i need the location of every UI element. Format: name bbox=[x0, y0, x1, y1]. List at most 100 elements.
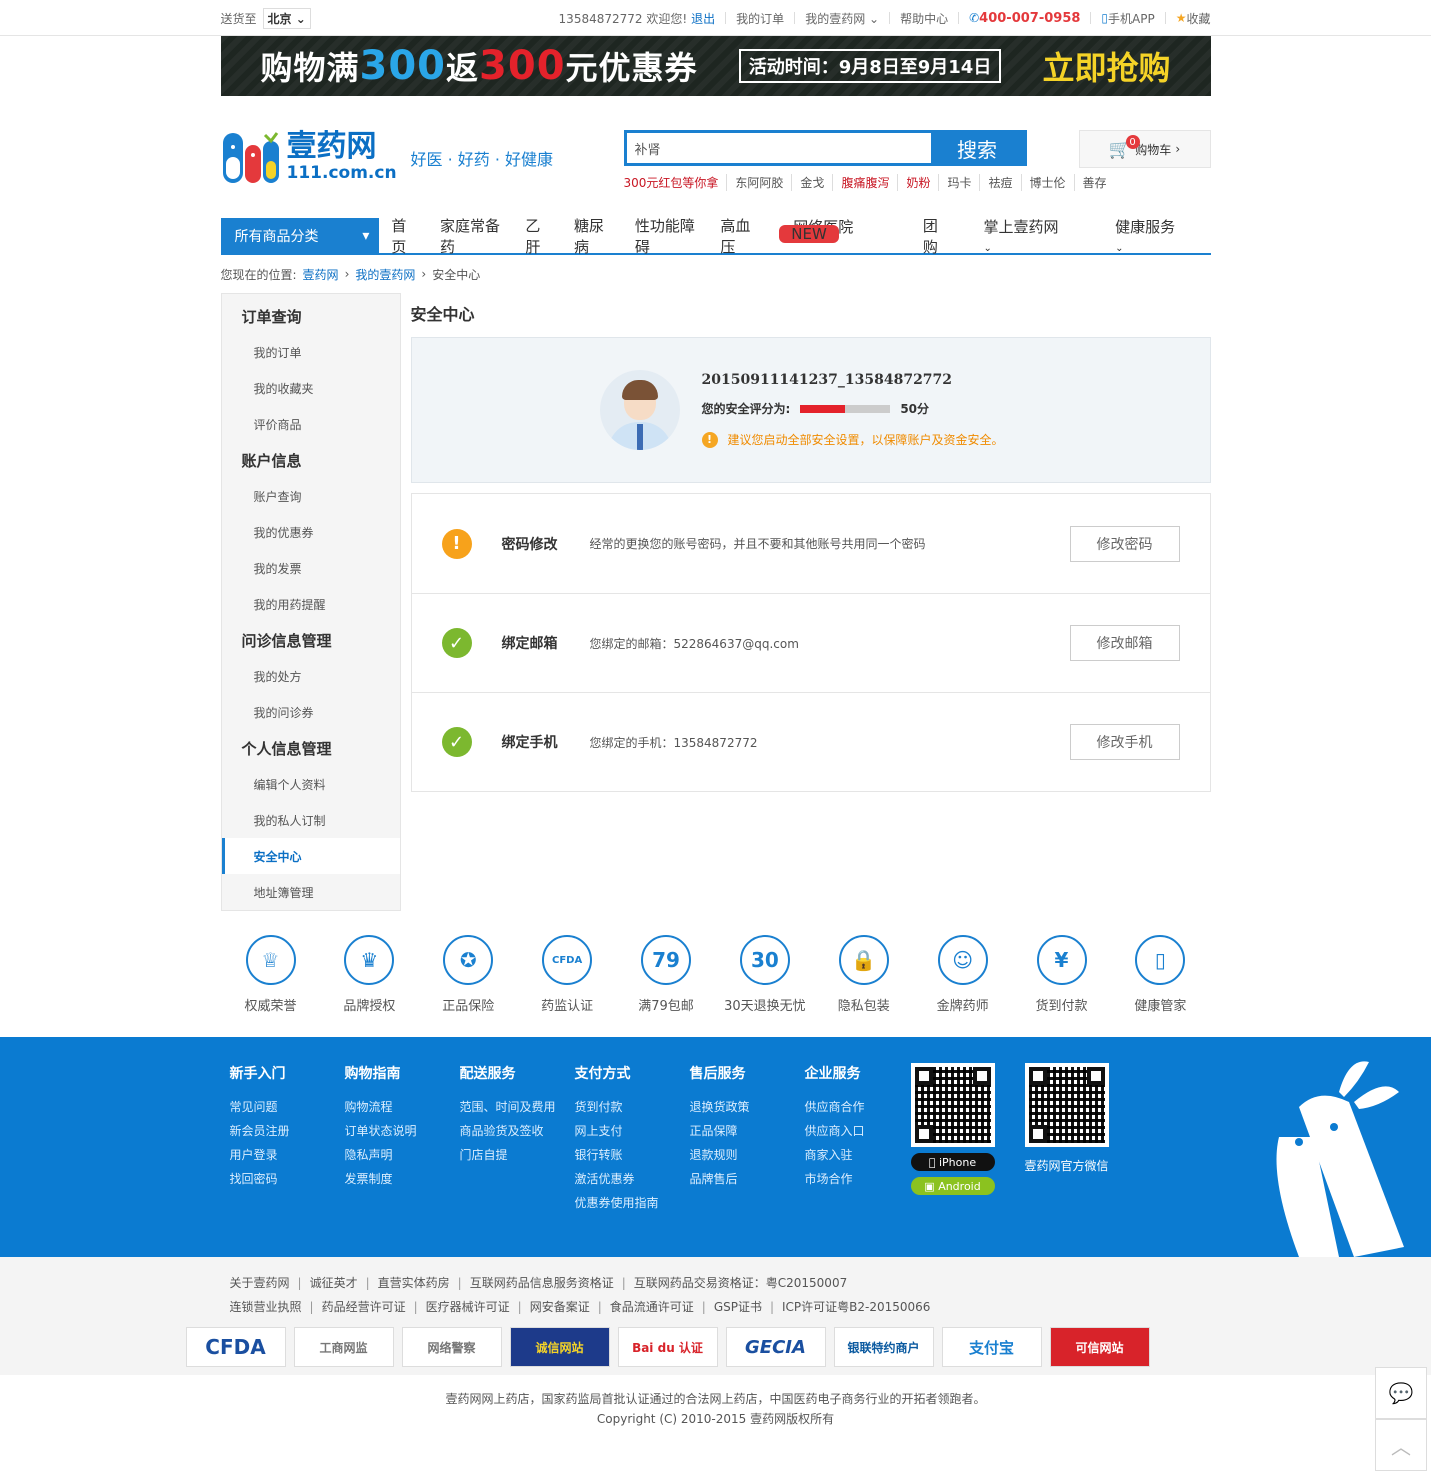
alipay-badge[interactable]: 支付宝 bbox=[941, 1327, 1042, 1367]
legal-link[interactable]: 医疗器械许可证 bbox=[426, 1295, 530, 1319]
my-site-link[interactable]: 我的壹药网 ⌄ bbox=[805, 10, 879, 27]
gecia-badge[interactable]: GECIA bbox=[725, 1327, 826, 1367]
sidebar-item-custom[interactable]: 我的私人订制 bbox=[222, 802, 400, 838]
legal-link[interactable]: 诚征英才 bbox=[310, 1271, 378, 1295]
feature-item[interactable]: 🔒 隐私包装 bbox=[828, 935, 900, 1037]
footer-link[interactable]: 新会员注册 bbox=[230, 1119, 336, 1143]
hot-keyword[interactable]: 玛卡 bbox=[938, 174, 979, 191]
nav-health-service[interactable]: 健康服务 ⌄ bbox=[1091, 216, 1210, 255]
sidebar-item-addresses[interactable]: 地址簿管理 bbox=[222, 874, 400, 910]
logout-link[interactable]: 退出 bbox=[691, 10, 715, 27]
feature-item[interactable]: 79 满79包邮 bbox=[630, 935, 702, 1037]
footer-link[interactable]: 激活优惠券 bbox=[575, 1167, 681, 1191]
unionpay-badge[interactable]: 银联特约商户 bbox=[833, 1327, 934, 1367]
iphone-download-button[interactable]:  iPhone bbox=[910, 1153, 995, 1171]
legal-link[interactable]: 食品流通许可证 bbox=[610, 1295, 714, 1319]
feature-item[interactable]: ☺ 金牌药师 bbox=[927, 935, 999, 1037]
gongshang-badge[interactable]: 工商网监 bbox=[293, 1327, 394, 1367]
feature-item[interactable]: ¥ 货到付款 bbox=[1026, 935, 1098, 1037]
change-email-button[interactable]: 修改邮箱 bbox=[1069, 625, 1180, 661]
feature-item[interactable]: ♕ 权威荣誉 bbox=[235, 935, 307, 1037]
footer-link[interactable]: 供应商入口 bbox=[805, 1119, 911, 1143]
sidebar-item-account-query[interactable]: 账户查询 bbox=[222, 478, 400, 514]
nav-mobile[interactable]: 掌上壹药网 ⌄ bbox=[959, 216, 1091, 255]
hot-keyword[interactable]: 东阿阿胶 bbox=[726, 174, 791, 191]
cfda-badge[interactable]: CFDA bbox=[185, 1327, 286, 1367]
footer-link[interactable]: 网上支付 bbox=[575, 1119, 681, 1143]
footer-link[interactable]: 找回密码 bbox=[230, 1167, 336, 1191]
footer-link[interactable]: 商品验货及签收 bbox=[460, 1119, 566, 1143]
legal-link[interactable]: 连锁营业执照 bbox=[230, 1295, 322, 1319]
sidebar-item-coupons[interactable]: 我的优惠券 bbox=[222, 514, 400, 550]
footer-link[interactable]: 供应商合作 bbox=[805, 1095, 911, 1119]
chat-button[interactable]: 💬 bbox=[1375, 1367, 1427, 1419]
footer-link[interactable]: 银行转账 bbox=[575, 1143, 681, 1167]
change-phone-button[interactable]: 修改手机 bbox=[1069, 724, 1180, 760]
sidebar-item-reminders[interactable]: 我的用药提醒 bbox=[222, 586, 400, 622]
footer-link[interactable]: 隐私声明 bbox=[345, 1143, 451, 1167]
banner-cta[interactable]: 立即抢购 bbox=[1042, 43, 1170, 89]
sidebar-item-favorites[interactable]: 我的收藏夹 bbox=[222, 370, 400, 406]
site-logo[interactable]: 壹药网 111.com.cn bbox=[221, 127, 421, 187]
feature-item[interactable]: 30 30天退换无忧 bbox=[724, 935, 806, 1037]
nav-online-hospital[interactable]: 网络医院NEW bbox=[769, 216, 911, 255]
footer-link[interactable]: 常见问题 bbox=[230, 1095, 336, 1119]
footer-link[interactable]: 用户登录 bbox=[230, 1143, 336, 1167]
baidu-badge[interactable]: Bai du 认证 bbox=[617, 1327, 718, 1367]
promo-banner[interactable]: 购物满300返300元优惠券 活动时间：9月8日至9月14日 立即抢购 bbox=[220, 36, 1211, 96]
feature-item[interactable]: ♛ 品牌授权 bbox=[333, 935, 405, 1037]
nav-family-medicine[interactable]: 家庭常备药 bbox=[428, 215, 513, 257]
sidebar-item-security[interactable]: 安全中心 bbox=[221, 838, 400, 874]
city-select[interactable]: 北京 ⌄ bbox=[262, 7, 311, 29]
integrity-badge[interactable]: 诚信网站 bbox=[509, 1327, 610, 1367]
search-button[interactable]: 搜索 bbox=[930, 133, 1024, 163]
sidebar-item-prescriptions[interactable]: 我的处方 bbox=[222, 658, 400, 694]
change-password-button[interactable]: 修改密码 bbox=[1069, 525, 1180, 562]
sidebar-item-edit-profile[interactable]: 编辑个人资料 bbox=[222, 766, 400, 802]
legal-link[interactable]: 网安备案证 bbox=[530, 1295, 610, 1319]
footer-link[interactable]: 退换货政策 bbox=[690, 1095, 796, 1119]
nav-hepatitis[interactable]: 乙肝 bbox=[513, 215, 562, 257]
nav-group-buy[interactable]: 团购 bbox=[911, 215, 960, 257]
hot-keyword[interactable]: 善存 bbox=[1073, 174, 1115, 191]
hot-keyword[interactable]: 300元红包等你拿 bbox=[624, 174, 727, 191]
breadcrumb-my-site[interactable]: 我的壹药网 bbox=[355, 266, 415, 283]
nav-home[interactable]: 首页 bbox=[379, 215, 428, 257]
legal-link[interactable]: 关于壹药网 bbox=[230, 1271, 310, 1295]
search-input[interactable] bbox=[626, 133, 931, 163]
footer-link[interactable]: 发票制度 bbox=[345, 1167, 451, 1191]
legal-link[interactable]: ICP许可证粤B2-20150066 bbox=[782, 1295, 946, 1319]
footer-link[interactable]: 订单状态说明 bbox=[345, 1119, 451, 1143]
footer-link[interactable]: 正品保障 bbox=[690, 1119, 796, 1143]
hot-keyword[interactable]: 博士伦 bbox=[1020, 174, 1074, 191]
help-link[interactable]: 帮助中心 bbox=[900, 10, 948, 27]
all-categories-button[interactable]: 所有商品分类 ▾ bbox=[220, 218, 380, 253]
nav-sexual-health[interactable]: 性功能障碍 bbox=[623, 215, 708, 257]
breadcrumb-home[interactable]: 壹药网 bbox=[303, 266, 339, 283]
nav-diabetes[interactable]: 糖尿病 bbox=[562, 215, 623, 257]
legal-link[interactable]: 互联网药品交易资格证：粤C20150007 bbox=[634, 1271, 863, 1295]
legal-link[interactable]: 药品经营许可证 bbox=[322, 1295, 426, 1319]
cart-button[interactable]: 🛒 0 购物车 › bbox=[1078, 130, 1211, 168]
legal-link[interactable]: 直营实体药房 bbox=[378, 1271, 470, 1295]
trusted-site-badge[interactable]: 可信网站 bbox=[1049, 1327, 1150, 1367]
sidebar-item-my-orders[interactable]: 我的订单 bbox=[222, 334, 400, 370]
feature-item[interactable]: CFDA 药监认证 bbox=[531, 935, 603, 1037]
back-to-top-button[interactable]: ︿ bbox=[1375, 1419, 1427, 1471]
footer-link[interactable]: 品牌售后 bbox=[690, 1167, 796, 1191]
feature-item[interactable]: ✪ 正品保险 bbox=[432, 935, 504, 1037]
footer-link[interactable]: 退款规则 bbox=[690, 1143, 796, 1167]
hot-keyword[interactable]: 祛痘 bbox=[979, 174, 1020, 191]
my-orders-link[interactable]: 我的订单 bbox=[736, 10, 784, 27]
footer-link[interactable]: 商家入驻 bbox=[805, 1143, 911, 1167]
hot-keyword[interactable]: 奶粉 bbox=[897, 174, 938, 191]
hot-keyword[interactable]: 金戈 bbox=[791, 174, 832, 191]
legal-link[interactable]: 互联网药品信息服务资格证 bbox=[470, 1271, 634, 1295]
sidebar-item-reviews[interactable]: 评价商品 bbox=[222, 406, 400, 442]
feature-item[interactable]: ▯ 健康管家 bbox=[1124, 935, 1196, 1037]
hot-keyword[interactable]: 腹痛腹泻 bbox=[832, 174, 897, 191]
legal-link[interactable]: GSP证书 bbox=[714, 1295, 782, 1319]
footer-link[interactable]: 优惠券使用指南 bbox=[575, 1191, 681, 1215]
android-download-button[interactable]: ▣ Android bbox=[910, 1177, 995, 1195]
footer-link[interactable]: 门店自提 bbox=[460, 1143, 566, 1167]
